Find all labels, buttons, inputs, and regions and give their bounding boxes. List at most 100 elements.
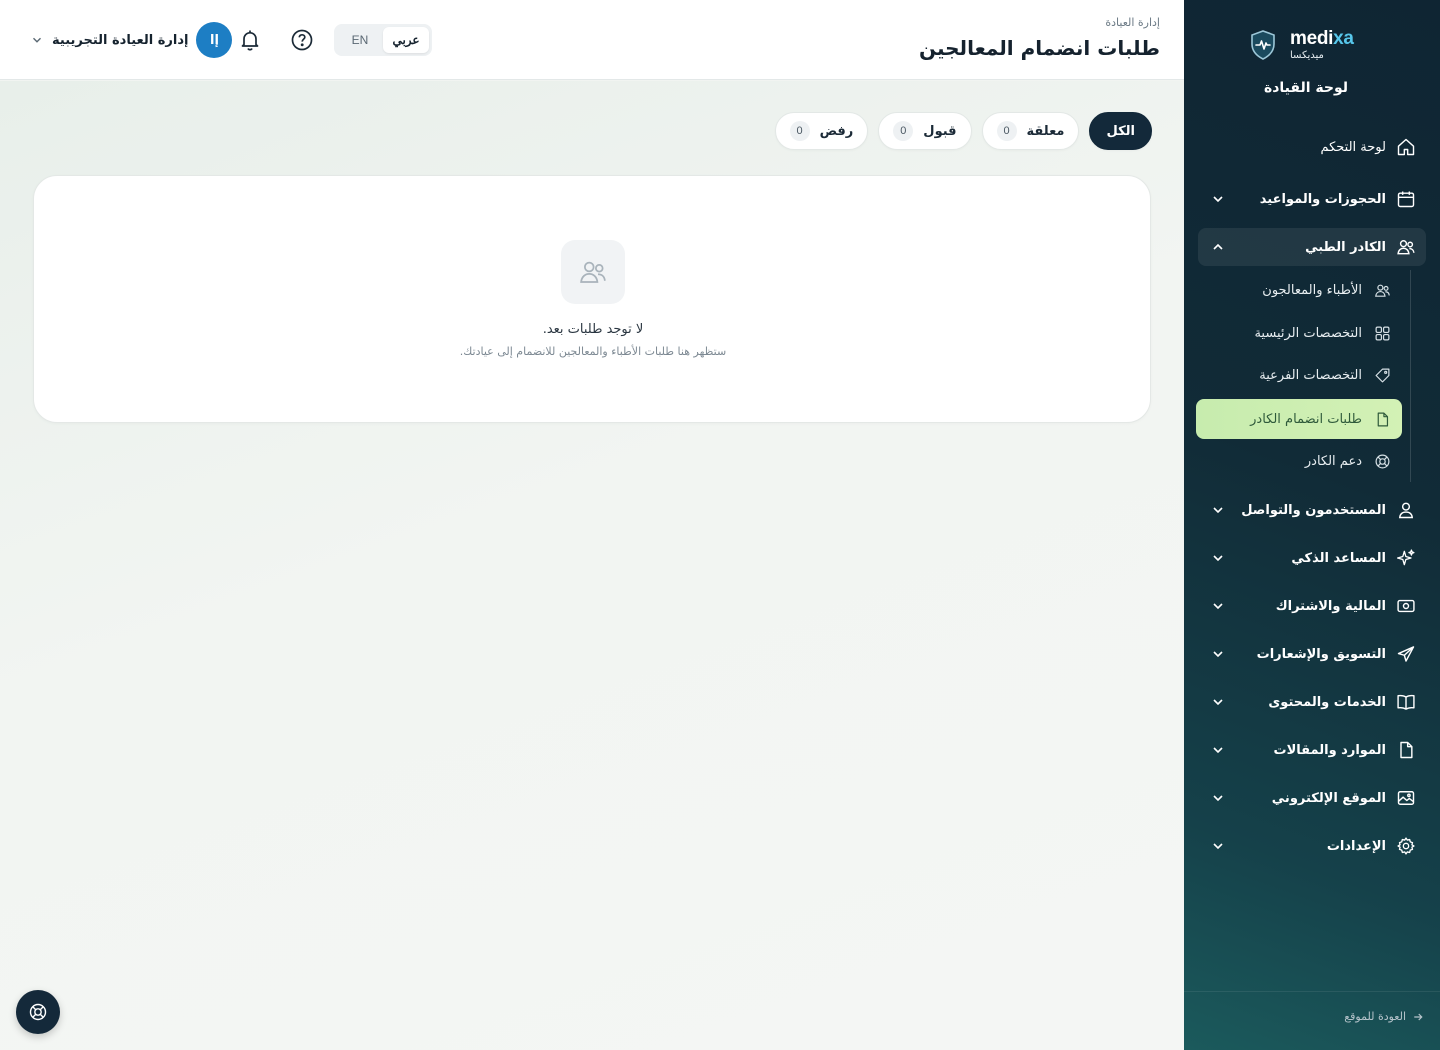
- sidebar-item-marketing[interactable]: التسويق والإشعارات: [1198, 635, 1426, 673]
- sidebar-subitem-staff-support[interactable]: دعم الكادر: [1196, 441, 1402, 481]
- users-icon: [1372, 280, 1392, 300]
- sidebar-subitem-label: التخصصات الرئيسية: [1254, 325, 1362, 341]
- brand-latin-name: medixa: [1290, 28, 1354, 49]
- breadcrumb[interactable]: إدارة العيادة: [1105, 16, 1160, 29]
- submenu-guide-line: [1410, 270, 1411, 482]
- back-to-site-label: العودة للموقع: [1344, 1010, 1406, 1023]
- sidebar-item-label: لوحة التحكم: [1320, 139, 1386, 155]
- sidebar-item-label: الموارد والمقالات: [1273, 742, 1386, 758]
- brand-name: medixa ميديكسا: [1290, 28, 1354, 62]
- filter-accepted-button[interactable]: قبول 0: [878, 112, 972, 150]
- money-icon: [1394, 594, 1418, 618]
- calendar-icon: [1394, 187, 1418, 211]
- filter-count-badge: 0: [996, 121, 1017, 141]
- main-content: الكل معلقة 0 قبول 0 رفض 0 لا توجد طلبات …: [0, 81, 1184, 1050]
- back-to-site-link[interactable]: العودة للموقع: [1344, 1010, 1424, 1023]
- empty-state-card: لا توجد طلبات بعد. ستظهر هنا طلبات الأطب…: [33, 175, 1151, 423]
- chevron-down-icon: [1213, 795, 1223, 802]
- notifications-button[interactable]: [236, 26, 264, 54]
- chevron-down-icon: [1213, 651, 1223, 658]
- chevron-down-icon: [1213, 843, 1223, 850]
- sidebar-subitem-join-requests[interactable]: طلبات انضمام الكادر: [1196, 399, 1402, 439]
- lifebuoy-icon: [29, 1003, 47, 1021]
- support-fab-button[interactable]: [16, 990, 60, 1034]
- sidebar-item-label: الموقع الإلكتروني: [1271, 790, 1386, 806]
- users-icon: [1394, 235, 1418, 259]
- chevron-down-icon: [1213, 196, 1223, 203]
- sidebar-subitem-label: التخصصات الفرعية: [1259, 367, 1362, 383]
- lang-arabic-button[interactable]: عربي: [383, 27, 429, 53]
- book-icon: [1394, 690, 1418, 714]
- sidebar-item-label: المساعد الذكي: [1291, 550, 1386, 566]
- sidebar-subitem-main-specialties[interactable]: التخصصات الرئيسية: [1196, 313, 1402, 353]
- sidebar-divider: [1184, 991, 1440, 992]
- sidebar-item-bookings[interactable]: الحجوزات والمواعيد: [1198, 180, 1426, 218]
- user-icon: [1394, 498, 1418, 522]
- help-button[interactable]: [288, 26, 316, 54]
- language-toggle: عربي EN: [334, 24, 432, 56]
- sidebar-subitem-label: الأطباء والمعالجون: [1262, 282, 1362, 298]
- status-filter-tabs: الكل معلقة 0 قبول 0 رفض 0: [774, 112, 1152, 150]
- empty-state-title: لا توجد طلبات بعد.: [542, 322, 644, 337]
- sidebar-item-website[interactable]: الموقع الإلكتروني: [1198, 779, 1426, 817]
- sidebar-item-services[interactable]: الخدمات والمحتوى: [1198, 683, 1426, 721]
- image-icon: [1394, 786, 1418, 810]
- top-header: إدارة العيادة طلبات انضمام المعالجين عرب…: [0, 0, 1184, 80]
- shield-logo-icon: [1251, 30, 1275, 60]
- chevron-down-icon: [1213, 603, 1223, 610]
- filter-label: قبول: [923, 123, 957, 139]
- sidebar-item-settings[interactable]: الإعدادات: [1198, 827, 1426, 865]
- users-icon: [561, 240, 625, 304]
- arrow-right-icon: [1414, 1013, 1423, 1020]
- filter-rejected-button[interactable]: رفض 0: [774, 112, 869, 150]
- chevron-down-icon: [1213, 747, 1223, 754]
- filter-count-badge: 0: [893, 121, 914, 141]
- file-icon: [1372, 409, 1392, 429]
- user-menu[interactable]: إا إدارة العيادة التجريبية: [30, 22, 233, 58]
- filter-label: الكل: [1106, 123, 1135, 139]
- sidebar-item-label: التسويق والإشعارات: [1256, 646, 1386, 662]
- sidebar-item-ai-assistant[interactable]: المساعد الذكي: [1198, 539, 1426, 577]
- sidebar-item-dashboard[interactable]: لوحة التحكم: [1198, 128, 1426, 166]
- home-icon: [1394, 135, 1418, 159]
- filter-count-badge: 0: [789, 121, 810, 141]
- filter-pending-button[interactable]: معلقة 0: [981, 112, 1080, 150]
- brand-arabic-name: ميديكسا: [1290, 50, 1324, 61]
- empty-state-subtitle: ستظهر هنا طلبات الأطباء والمعالجين للانض…: [459, 345, 727, 358]
- sidebar-subitem-sub-specialties[interactable]: التخصصات الفرعية: [1196, 355, 1402, 395]
- bell-icon: [241, 30, 259, 51]
- chevron-down-icon: [1213, 699, 1223, 706]
- page: medixa ميديكسا لوحة القيادة لوحة التحكم …: [0, 0, 1440, 1050]
- sidebar-item-label: الخدمات والمحتوى: [1268, 694, 1386, 710]
- sidebar-item-medical-staff[interactable]: الكادر الطبي: [1198, 228, 1426, 266]
- sparkles-icon: [1394, 546, 1418, 570]
- filter-label: رفض: [819, 123, 854, 139]
- filter-label: معلقة: [1026, 123, 1065, 139]
- send-icon: [1394, 642, 1418, 666]
- sidebar-subitem-doctors[interactable]: الأطباء والمعالجون: [1196, 270, 1402, 310]
- sidebar-item-label: المستخدمون والتواصل: [1241, 502, 1386, 518]
- lang-english-button[interactable]: EN: [337, 27, 383, 53]
- lifebuoy-icon: [1372, 451, 1392, 471]
- grid-icon: [1372, 323, 1392, 343]
- user-name: إدارة العيادة التجريبية: [52, 32, 189, 48]
- sidebar-item-users-communication[interactable]: المستخدمون والتواصل: [1198, 491, 1426, 529]
- chevron-down-icon: [33, 37, 41, 43]
- sidebar: medixa ميديكسا لوحة القيادة لوحة التحكم …: [1184, 0, 1440, 1050]
- sidebar-item-label: المالية والاشتراك: [1275, 598, 1386, 614]
- chevron-down-icon: [1213, 507, 1223, 514]
- chevron-up-icon: [1213, 243, 1223, 250]
- sidebar-title: لوحة القيادة: [1263, 80, 1348, 96]
- sidebar-item-label: الإعدادات: [1326, 838, 1386, 854]
- sidebar-subitem-label: دعم الكادر: [1304, 453, 1362, 469]
- tag-icon: [1372, 365, 1392, 385]
- page-title: طلبات انضمام المعالجين: [918, 36, 1160, 60]
- brand-logo[interactable]: medixa ميديكسا: [1184, 28, 1440, 68]
- help-icon: [291, 29, 313, 51]
- sidebar-item-resources[interactable]: الموارد والمقالات: [1198, 731, 1426, 769]
- filter-all-button[interactable]: الكل: [1089, 112, 1152, 150]
- gear-icon: [1394, 834, 1418, 858]
- sidebar-item-finance[interactable]: المالية والاشتراك: [1198, 587, 1426, 625]
- file-icon: [1394, 738, 1418, 762]
- sidebar-item-label: الكادر الطبي: [1305, 239, 1386, 255]
